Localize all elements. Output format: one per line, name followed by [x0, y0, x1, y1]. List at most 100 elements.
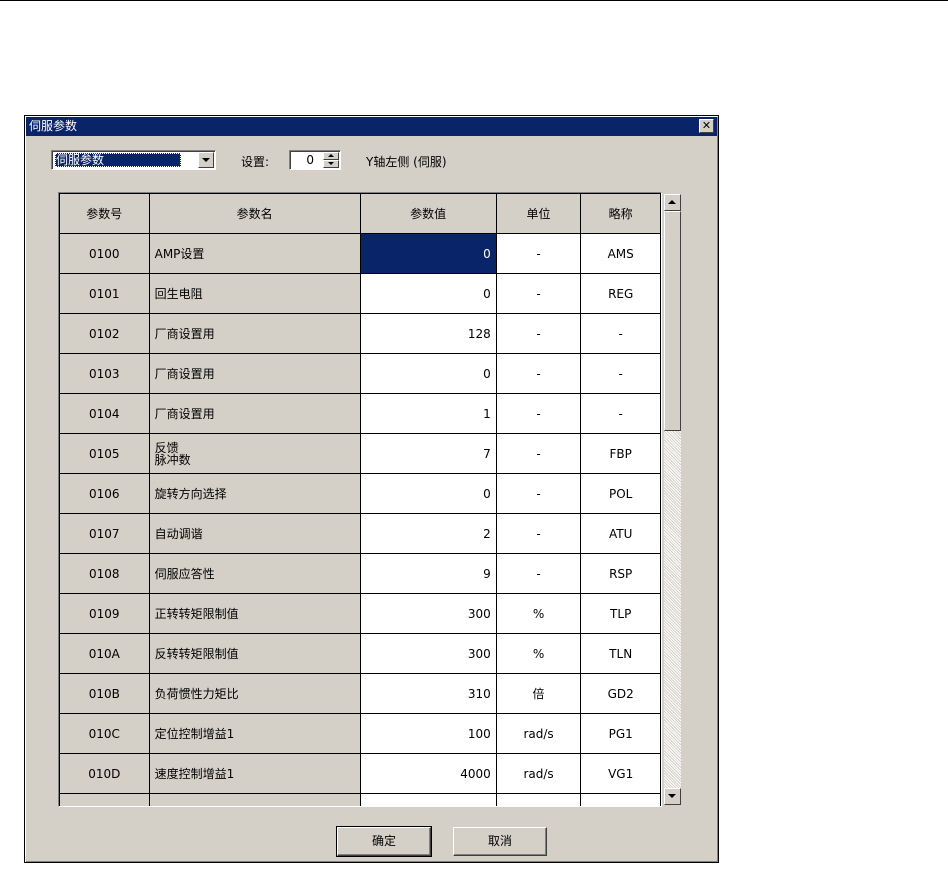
param-no-cell: 0109	[59, 593, 150, 634]
unit-cell: -	[495, 313, 582, 354]
param-value-cell[interactable]: 128	[359, 313, 497, 354]
unit-cell: rad/s	[495, 713, 582, 754]
param-name-cell: 自动调谐	[148, 513, 361, 554]
param-value-cell[interactable]: 300	[359, 593, 497, 634]
param-no-cell: 0106	[59, 473, 150, 514]
unit-cell: %	[495, 593, 582, 634]
unit-cell: rad/s	[495, 793, 582, 806]
param-value-cell[interactable]: 1	[359, 393, 497, 434]
param-value-cell[interactable]: 140	[359, 793, 497, 806]
abbr-cell: -	[580, 353, 661, 394]
param-value-cell[interactable]: 0	[359, 353, 497, 394]
table-row[interactable]: 0108 伺服应答性 9- RSP	[59, 553, 661, 594]
cancel-button[interactable]: 取消	[453, 827, 547, 856]
table-row[interactable]: 010C 定位控制增益1 100 rad/s PG1	[59, 713, 661, 754]
scroll-up-button[interactable]	[664, 194, 681, 211]
param-value-cell[interactable]: 4000	[359, 753, 497, 794]
param-no-cell: 010A	[59, 633, 150, 674]
title-bar[interactable]: 伺服参数 ✕	[26, 117, 717, 136]
scroll-down-button[interactable]	[664, 788, 681, 805]
unit-cell: -	[495, 473, 582, 514]
table-row[interactable]: 010E定位控制增益2140rad/sPG2	[59, 793, 661, 806]
spinner-buttons	[323, 152, 339, 168]
arrow-down-icon	[328, 162, 334, 165]
table-row[interactable]: 0103 厂商设置用 0- -	[59, 353, 661, 394]
unit-cell: -	[495, 233, 582, 274]
param-name-cell: 定位控制增益1	[148, 713, 361, 754]
arrow-down-icon	[668, 794, 676, 798]
spinner-down-button[interactable]	[323, 160, 339, 168]
table-row[interactable]: 0100 AMP设置 0- AMS	[59, 233, 661, 274]
chevron-down-icon	[202, 158, 210, 162]
param-no-cell: 0100	[59, 233, 150, 274]
table-body: 0100 AMP设置 0- AMS 0101 回生电阻 0- REG 0102 厂商设置用 128-…	[59, 233, 661, 806]
ok-button[interactable]: 确定	[336, 826, 432, 857]
top-rule	[0, 0, 948, 1]
param-value-cell[interactable]: 0	[359, 273, 497, 314]
param-value-cell[interactable]: 2	[359, 513, 497, 554]
arrow-up-icon	[668, 200, 676, 204]
param-value-cell[interactable]: 100	[359, 713, 497, 754]
param-no-cell: 010B	[59, 673, 150, 714]
spinner-up-button[interactable]	[323, 152, 339, 160]
param-value-cell[interactable]: 310	[359, 673, 497, 714]
param-no-cell: 010E	[59, 793, 150, 806]
table-row[interactable]: 010A 反转转矩限制值 300% TLN	[59, 633, 661, 674]
dropdown-button[interactable]	[198, 152, 214, 168]
abbr-cell: -	[580, 393, 661, 434]
setting-spinner[interactable]: 0	[289, 150, 341, 170]
abbr-cell: TLP	[580, 593, 661, 634]
param-no-cell: 0101	[59, 273, 150, 314]
abbr-cell: ATU	[580, 513, 661, 554]
param-no-cell: 0108	[59, 553, 150, 594]
col-header-abbr[interactable]: 略称	[580, 193, 661, 234]
col-header-param-name[interactable]: 参数名	[148, 193, 361, 234]
param-no-cell: 0103	[59, 353, 150, 394]
param-value-cell[interactable]: 0	[359, 473, 497, 514]
table-row[interactable]: 0102 厂商设置用 128- -	[59, 313, 661, 354]
col-header-unit[interactable]: 单位	[495, 193, 582, 234]
param-value-cell[interactable]: 9	[359, 553, 497, 594]
servo-params-dialog: 伺服参数 ✕ 伺服参数 设置: 0 Y轴左侧 (伺服) 参数号 参数名 参数值 …	[24, 115, 719, 863]
param-name-cell: 厂商设置用	[148, 353, 361, 394]
abbr-cell: PG1	[580, 713, 661, 754]
abbr-cell: RSP	[580, 553, 661, 594]
unit-cell: -	[495, 433, 582, 474]
table-row[interactable]: 010D 速度控制增益1 4000 rad/s VG1	[59, 753, 661, 794]
param-no-cell: 010D	[59, 753, 150, 794]
table-row[interactable]: 0105 反馈 脉冲数 7- FBP	[59, 433, 661, 474]
param-no-cell: 0105	[59, 433, 150, 474]
abbr-cell: -	[580, 313, 661, 354]
abbr-cell: PG2	[580, 793, 661, 806]
abbr-cell: FBP	[580, 433, 661, 474]
abbr-cell: GD2	[580, 673, 661, 714]
col-header-param-value[interactable]: 参数值	[359, 193, 497, 234]
param-grid: 参数号 参数名 参数值 单位 略称 0100 AMP设置 0- AMS 0101 回生电阻…	[58, 192, 662, 807]
abbr-cell: REG	[580, 273, 661, 314]
dropdown-value: 伺服参数	[55, 153, 181, 167]
table-row[interactable]: 0104 厂商设置用 1- -	[59, 393, 661, 434]
param-type-dropdown[interactable]: 伺服参数	[51, 150, 216, 170]
close-button[interactable]: ✕	[699, 119, 714, 133]
table-row[interactable]: 0101 回生电阻 0- REG	[59, 273, 661, 314]
window-title: 伺服参数	[29, 119, 78, 133]
col-header-param-no[interactable]: 参数号	[59, 193, 150, 234]
table-row[interactable]: 0107 自动调谐 2- ATU	[59, 513, 661, 554]
setting-label: 设置:	[241, 155, 270, 169]
unit-cell: -	[495, 353, 582, 394]
table-row[interactable]: 010B 负荷惯性力矩比 310 倍 GD2	[59, 673, 661, 714]
param-value-cell[interactable]: 300	[359, 633, 497, 674]
param-name-cell: 定位控制增益2	[148, 793, 361, 806]
param-name-cell: AMP设置	[148, 233, 361, 274]
param-value-cell[interactable]: 0	[359, 233, 497, 274]
unit-cell: rad/s	[495, 753, 582, 794]
param-no-cell: 0104	[59, 393, 150, 434]
table-row[interactable]: 0109 正转转矩限制值 300% TLP	[59, 593, 661, 634]
table-row[interactable]: 0106 旋转方向选择 0- POL	[59, 473, 661, 514]
param-value-cell[interactable]: 7	[359, 433, 497, 474]
param-name-cell: 厂商设置用	[148, 313, 361, 354]
unit-cell: %	[495, 633, 582, 674]
vertical-scrollbar[interactable]	[664, 194, 681, 805]
scroll-thumb[interactable]	[664, 211, 681, 431]
abbr-cell: VG1	[580, 753, 661, 794]
